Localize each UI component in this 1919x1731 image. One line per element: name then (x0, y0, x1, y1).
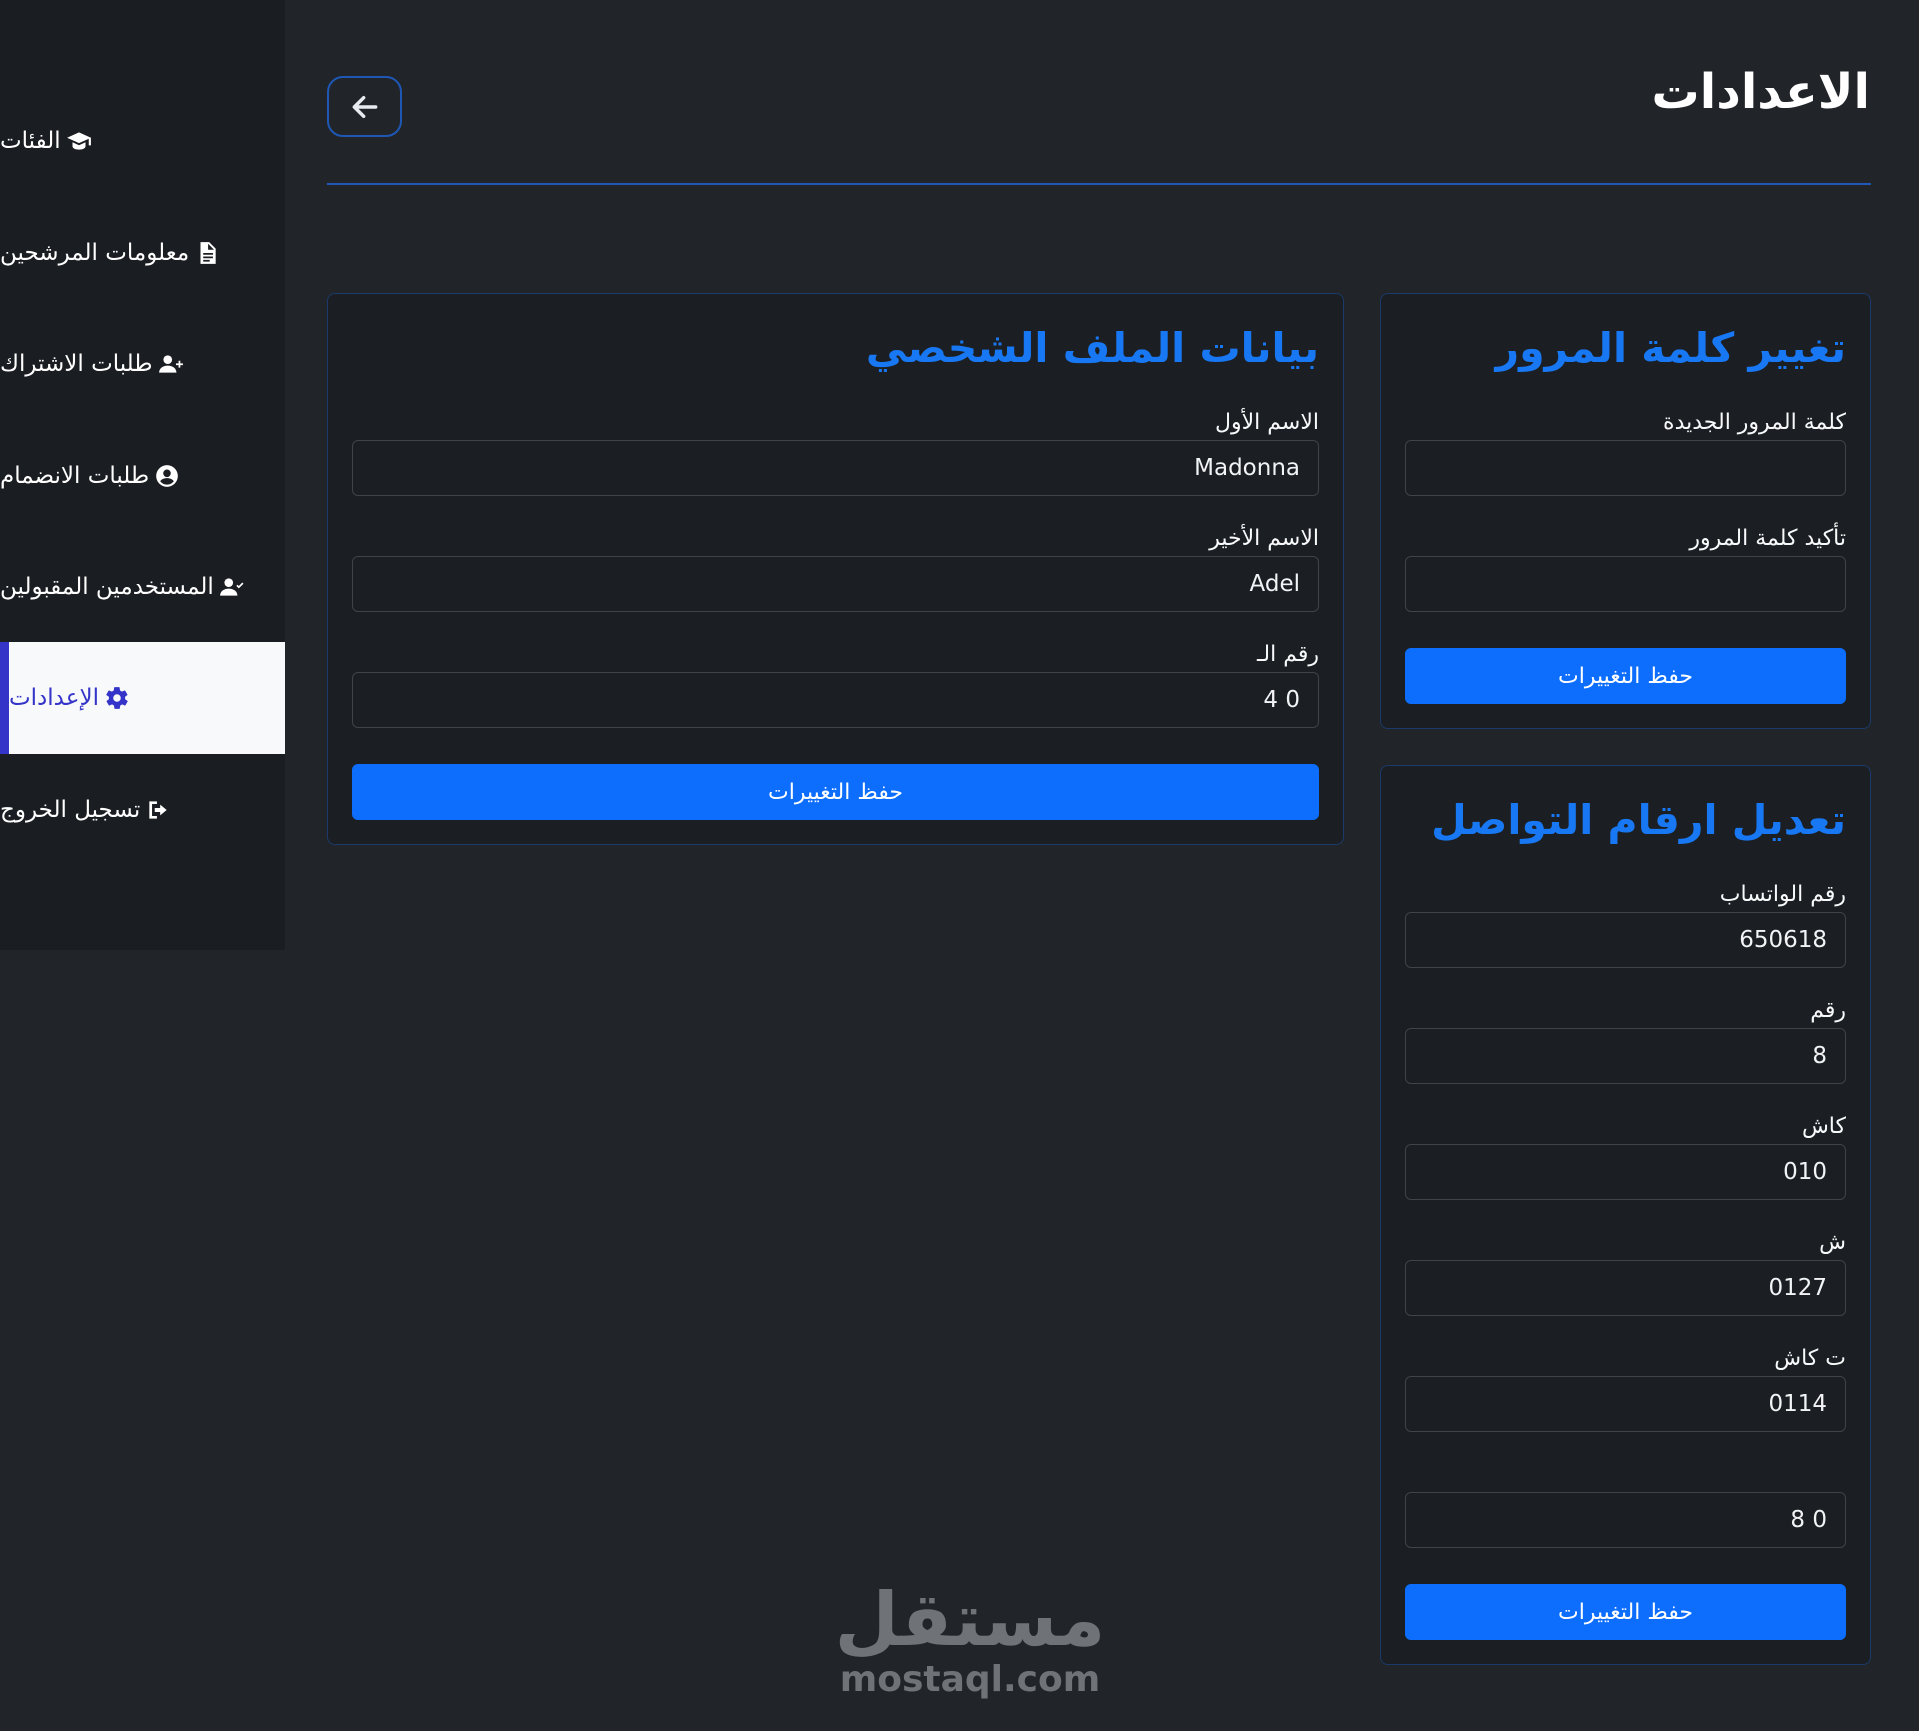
sidebar-item-logout[interactable]: تسجيل الخروج (0, 754, 285, 866)
phone-field[interactable]: 0 4 (352, 672, 1319, 728)
contact-label: رقم (1810, 998, 1846, 1023)
sidebar-item-label: المستخدمين المقبولين (0, 574, 214, 600)
contact-save-button[interactable]: حفظ التغييرات (1405, 1584, 1846, 1640)
last-name-value: Adel (1249, 571, 1300, 597)
password-save-button[interactable]: حفظ التغييرات (1405, 648, 1846, 704)
sidebar-item-categories[interactable]: الفئات (0, 85, 285, 197)
arrow-left-icon (349, 91, 381, 123)
contact-value: 0 8 (1790, 1507, 1827, 1533)
cash-field[interactable]: 010 (1405, 1144, 1846, 1200)
sidebar-item-label: تسجيل الخروج (0, 797, 141, 823)
card-title: تعديل ارقام التواصل (1431, 796, 1846, 844)
settings-page: الفئات معلومات المرشحين طلبات الاشتراك ط… (0, 0, 1919, 1731)
header-divider (327, 183, 1871, 185)
sidebar-item-label: طلبات الاشتراك (0, 351, 153, 377)
sidebar-item-subscription-requests[interactable]: طلبات الاشتراك (0, 308, 285, 420)
sign-out-icon (144, 796, 172, 824)
cash-field[interactable]: 0127 (1405, 1260, 1846, 1316)
last-name-field[interactable]: Adel (352, 556, 1319, 612)
sidebar: الفئات معلومات المرشحين طلبات الاشتراك ط… (0, 0, 285, 950)
cash-field[interactable]: 0114 (1405, 1376, 1846, 1432)
contact-field[interactable]: 0 8 (1405, 1492, 1846, 1548)
cash-value: 010 (1783, 1159, 1827, 1185)
watermark-arabic: مستقل (834, 1577, 1106, 1663)
contact-numbers-card: تعديل ارقام التواصل رقم الواتساب 650618 … (1380, 765, 1871, 1665)
watermark-latin: mostaql.com (839, 1659, 1101, 1700)
mostaql-watermark: مستقل mostaql.com (820, 1580, 1120, 1700)
cash-label: ت كاش (1774, 1346, 1846, 1371)
first-name-label: الاسم الأول (1215, 410, 1319, 435)
card-title: بيانات الملف الشخصي (865, 324, 1319, 372)
first-name-value: Madonna (1194, 455, 1300, 481)
gear-icon (103, 684, 131, 712)
new-password-field[interactable] (1405, 440, 1846, 496)
whatsapp-value: 650618 (1739, 927, 1827, 953)
profile-card: بيانات الملف الشخصي الاسم الأول Madonna … (327, 293, 1344, 845)
user-check-icon (218, 573, 246, 601)
cash-value: 0127 (1768, 1275, 1827, 1301)
sidebar-item-join-requests[interactable]: طلبات الانضمام (0, 420, 285, 532)
graduation-cap-icon (65, 127, 93, 155)
profile-save-button[interactable]: حفظ التغييرات (352, 764, 1319, 820)
sidebar-item-candidates-info[interactable]: معلومات المرشحين (0, 197, 285, 309)
phone-value: 0 4 (1263, 687, 1300, 713)
confirm-password-label: تأكيد كلمة المرور (1689, 526, 1846, 551)
user-plus-icon (157, 350, 185, 378)
contact-field[interactable]: 8 (1405, 1028, 1846, 1084)
first-name-field[interactable]: Madonna (352, 440, 1319, 496)
sidebar-item-label: طلبات الانضمام (0, 463, 150, 489)
user-circle-icon (153, 462, 181, 490)
card-title: تغيير كلمة المرور (1495, 324, 1846, 372)
cash-value: 0114 (1768, 1391, 1827, 1417)
phone-label: رقم الـ (1256, 642, 1319, 667)
sidebar-item-label: الفئات (0, 128, 61, 154)
whatsapp-label: رقم الواتساب (1719, 882, 1846, 907)
whatsapp-field[interactable]: 650618 (1405, 912, 1846, 968)
confirm-password-field[interactable] (1405, 556, 1846, 612)
password-card: تغيير كلمة المرور كلمة المرور الجديدة تأ… (1380, 293, 1871, 729)
sidebar-item-accepted-users[interactable]: المستخدمين المقبولين (0, 531, 285, 643)
last-name-label: الاسم الأخير (1209, 526, 1319, 551)
page-title: الاعدادات (1651, 64, 1870, 120)
new-password-label: كلمة المرور الجديدة (1663, 410, 1846, 435)
back-button[interactable] (327, 76, 402, 137)
cash-label: ش (1819, 1230, 1846, 1255)
file-document-icon (193, 239, 221, 267)
contact-value: 8 (1812, 1043, 1827, 1069)
cash-label: كاش (1801, 1114, 1846, 1139)
sidebar-item-label: معلومات المرشحين (0, 240, 190, 266)
sidebar-item-label: الإعدادات (9, 685, 99, 711)
sidebar-item-settings[interactable]: الإعدادات (0, 642, 285, 754)
